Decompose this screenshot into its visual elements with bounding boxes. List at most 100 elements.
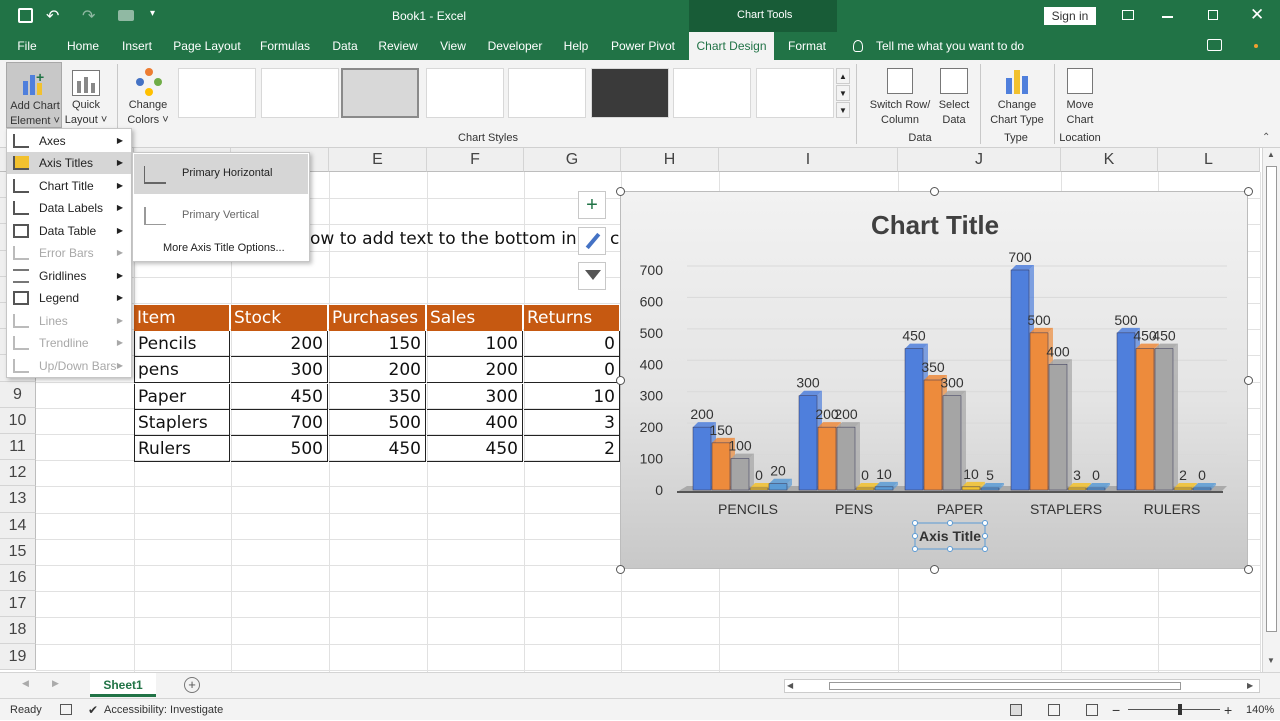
chart-style-8[interactable] — [756, 68, 834, 118]
tab-format[interactable]: Format — [782, 32, 832, 60]
tell-me-input[interactable]: Tell me what you want to do — [870, 32, 1030, 60]
table-cell-stock[interactable]: 450 — [231, 384, 328, 410]
header-cell-item[interactable]: Item — [134, 305, 230, 331]
tab-review[interactable]: Review — [376, 32, 420, 60]
quick-layout-button[interactable]: Quick Layout ˅ — [62, 62, 110, 128]
scroll-down-icon[interactable]: ▼ — [1267, 656, 1275, 665]
chart-style-4[interactable] — [426, 68, 504, 118]
ribbon-display-icon[interactable] — [1122, 10, 1134, 20]
new-sheet-icon[interactable]: + — [184, 677, 200, 693]
table-cell-stock[interactable]: 500 — [231, 436, 328, 462]
redo-icon[interactable]: ↷ — [82, 6, 95, 26]
scroll-up-icon[interactable]: ▲ — [1267, 150, 1275, 159]
submenu-primary-horizontal[interactable]: Primary Horizontal — [134, 154, 308, 194]
macro-record-icon[interactable] — [60, 704, 72, 715]
chart-resize-handle[interactable] — [1244, 376, 1253, 385]
tab-insert[interactable]: Insert — [118, 32, 156, 60]
scroll-prev-sheet-icon[interactable]: ◀ — [22, 678, 29, 689]
chart-resize-handle[interactable] — [616, 565, 625, 574]
accessibility-icon[interactable]: ✔ — [88, 699, 98, 721]
tab-help[interactable]: Help — [560, 32, 592, 60]
chart-style-6[interactable] — [591, 68, 669, 118]
zoom-level[interactable]: 140% — [1246, 699, 1274, 721]
table-cell-stock[interactable]: 300 — [231, 357, 328, 383]
table-cell-item[interactable]: Rulers — [134, 436, 230, 462]
select-data-button[interactable]: Select Data — [934, 62, 974, 128]
table-cell-sales[interactable]: 450 — [427, 436, 523, 462]
chart-elements-button[interactable]: + — [578, 191, 606, 219]
row-header-17[interactable]: 17 — [0, 591, 36, 618]
tab-developer[interactable]: Developer — [486, 32, 544, 60]
tab-view[interactable]: View — [436, 32, 470, 60]
column-header-g[interactable]: G — [524, 148, 621, 172]
table-cell-stock[interactable]: 700 — [231, 410, 328, 436]
horizontal-scroll-thumb[interactable] — [829, 682, 1181, 690]
status-accessibility[interactable]: Accessibility: Investigate — [104, 699, 223, 721]
minimize-icon[interactable] — [1162, 16, 1173, 18]
add-chart-element-button[interactable]: + Add Chart Element ˅ — [6, 62, 62, 128]
tab-power-pivot[interactable]: Power Pivot — [608, 32, 678, 60]
tab-home[interactable]: Home — [62, 32, 104, 60]
change-chart-type-button[interactable]: Change Chart Type — [986, 62, 1048, 128]
row-header-19[interactable]: 19 — [0, 643, 36, 670]
save-icon[interactable] — [18, 8, 33, 23]
menu-item-axes[interactable]: Axes ▶ — [7, 130, 131, 152]
table-cell-returns[interactable]: 0 — [524, 357, 620, 383]
menu-item-gridlines[interactable]: Gridlines ▶ — [7, 265, 131, 287]
tab-file[interactable]: File — [10, 32, 44, 60]
scroll-next-sheet-icon[interactable]: ▶ — [52, 678, 59, 689]
column-header-f[interactable]: F — [427, 148, 524, 172]
chart-style-2[interactable] — [261, 68, 339, 118]
table-cell-purchases[interactable]: 450 — [329, 436, 426, 462]
tab-chart-design[interactable]: Chart Design — [689, 32, 774, 60]
table-cell-returns[interactable]: 10 — [524, 384, 620, 410]
undo-icon[interactable]: ↶ — [46, 6, 59, 26]
table-cell-purchases[interactable]: 350 — [329, 384, 426, 410]
row-header-9[interactable]: 9 — [0, 381, 36, 408]
scroll-left-icon[interactable]: ◀ — [787, 681, 793, 690]
comments-icon[interactable] — [1207, 39, 1222, 51]
normal-view-icon[interactable] — [1010, 704, 1022, 716]
collapse-ribbon-icon[interactable]: ⌃ — [1262, 132, 1270, 143]
sheet-tab-sheet1[interactable]: Sheet1 — [90, 673, 156, 697]
table-cell-sales[interactable]: 400 — [427, 410, 523, 436]
styles-scroll-up-icon[interactable]: ▲ — [836, 68, 850, 84]
row-header-13[interactable]: 13 — [0, 486, 36, 513]
zoom-out-icon[interactable]: − — [1112, 699, 1120, 721]
row-header-12[interactable]: 12 — [0, 460, 36, 487]
column-header-h[interactable]: H — [621, 148, 719, 172]
page-layout-view-icon[interactable] — [1048, 704, 1060, 716]
close-icon[interactable]: ✕ — [1250, 5, 1264, 25]
zoom-in-icon[interactable]: + — [1224, 699, 1232, 721]
tab-page-layout[interactable]: Page Layout — [172, 32, 242, 60]
styles-scroll-down-icon[interactable]: ▼ — [836, 85, 850, 101]
chart-styles-button[interactable] — [578, 227, 606, 255]
table-cell-returns[interactable]: 2 — [524, 436, 620, 462]
table-cell-purchases[interactable]: 150 — [329, 331, 426, 357]
vertical-scrollbar[interactable]: ▲ ▼ — [1262, 148, 1280, 672]
zoom-slider-thumb[interactable] — [1178, 704, 1182, 715]
header-cell-purchases[interactable]: Purchases — [329, 305, 426, 331]
row-header-15[interactable]: 15 — [0, 538, 36, 565]
table-cell-sales[interactable]: 200 — [427, 357, 523, 383]
chart-style-1[interactable] — [178, 68, 256, 118]
tab-formulas[interactable]: Formulas — [258, 32, 312, 60]
header-cell-returns[interactable]: Returns — [524, 305, 620, 331]
column-header-i[interactable]: I — [719, 148, 898, 172]
maximize-icon[interactable] — [1208, 10, 1218, 20]
vertical-scroll-thumb[interactable] — [1266, 166, 1277, 632]
table-cell-stock[interactable]: 200 — [231, 331, 328, 357]
table-cell-returns[interactable]: 3 — [524, 410, 620, 436]
table-cell-sales[interactable]: 100 — [427, 331, 523, 357]
table-cell-item[interactable]: Staplers — [134, 410, 230, 436]
chart-style-3[interactable] — [341, 68, 419, 118]
menu-item-data-table[interactable]: Data Table ▶ — [7, 220, 131, 242]
horizontal-scrollbar[interactable]: ◀ ▶ — [784, 679, 1260, 693]
chart-resize-handle[interactable] — [616, 187, 625, 196]
row-header-14[interactable]: 14 — [0, 512, 36, 539]
table-cell-item[interactable]: pens — [134, 357, 230, 383]
move-chart-button[interactable]: Move Chart — [1058, 62, 1102, 128]
column-header-l[interactable]: L — [1158, 148, 1260, 172]
row-header-11[interactable]: 11 — [0, 434, 36, 461]
chart-style-7[interactable] — [673, 68, 751, 118]
